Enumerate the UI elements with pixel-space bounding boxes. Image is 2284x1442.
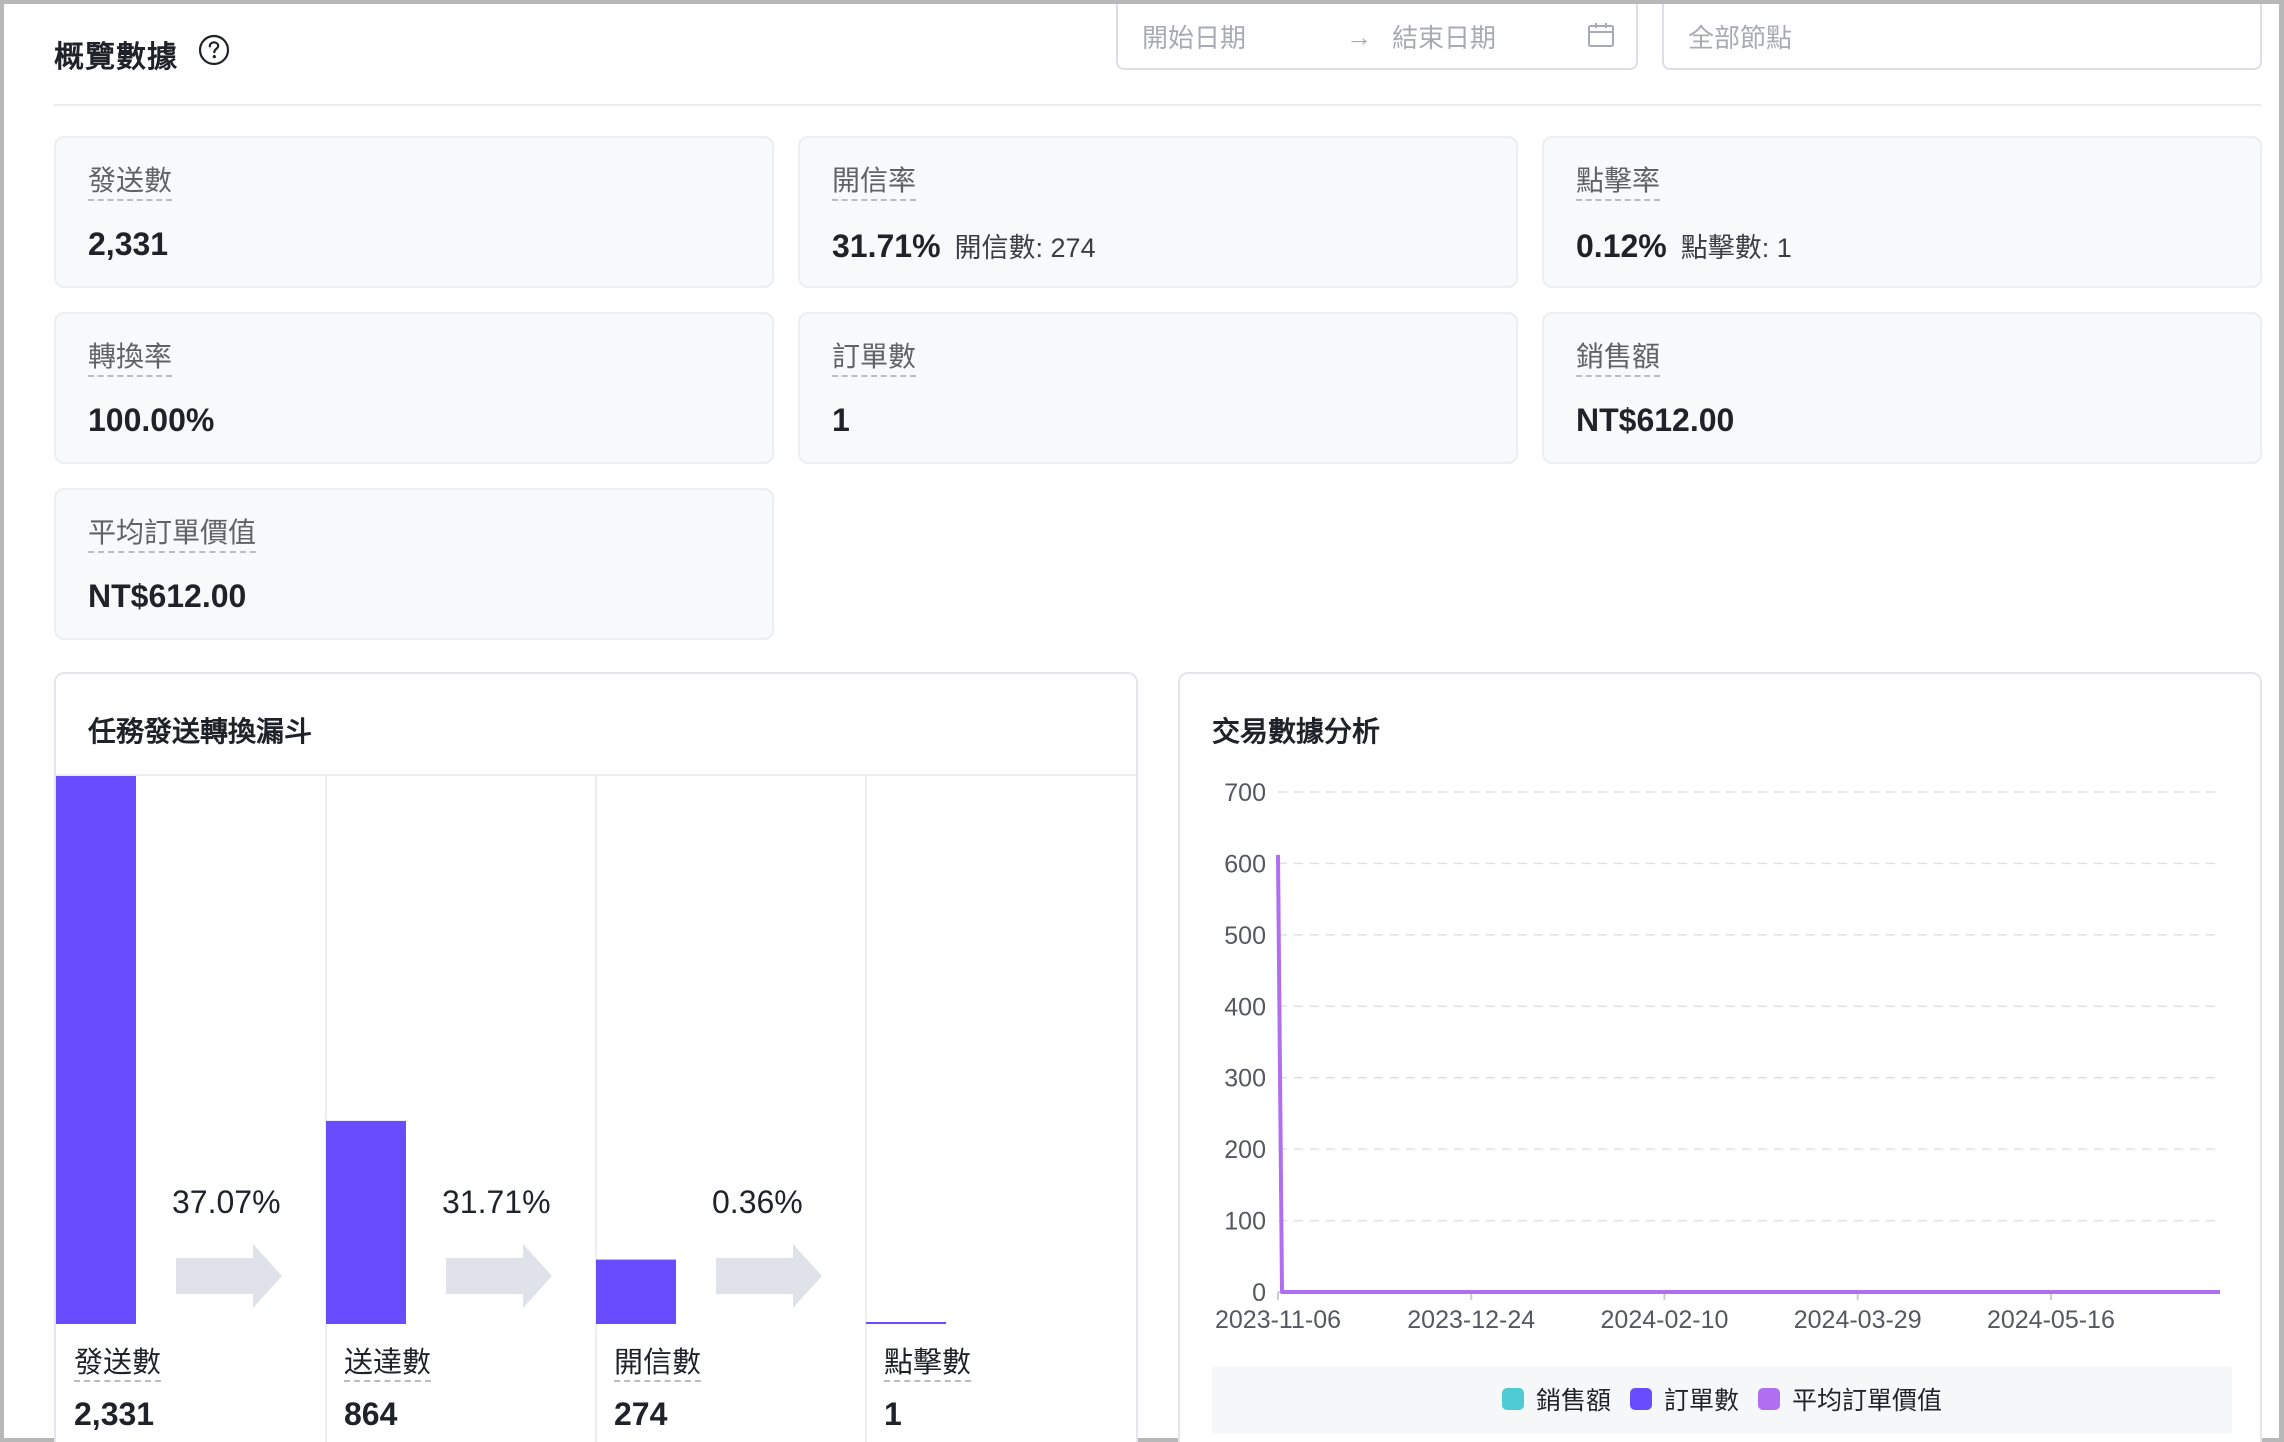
funnel-stage-value: 2,331	[74, 1396, 155, 1432]
conversion-rate-label: 37.07%	[172, 1184, 281, 1220]
y-tick-label: 300	[1224, 1065, 1266, 1093]
stat-value: NT$612.00	[88, 578, 247, 614]
x-tick-label: 2024-05-16	[1987, 1306, 2115, 1334]
header-divider	[54, 104, 2261, 106]
funnel-stage-value: 864	[344, 1396, 398, 1432]
page-title: 概覽數據	[54, 41, 178, 74]
funnel-stage-label[interactable]: 開信數	[614, 1346, 702, 1382]
y-tick-label: 500	[1224, 922, 1266, 950]
stat-card-click-rate: 點擊率 0.12% 點擊數: 1	[1542, 136, 2262, 288]
stat-card-orders: 訂單數 1	[798, 312, 1518, 464]
stat-label[interactable]: 點擊率	[1576, 164, 1661, 201]
conversion-arrow	[176, 1244, 282, 1308]
legend-swatch	[1502, 1388, 1524, 1410]
funnel-bar	[596, 1259, 676, 1324]
funnel-stage-label[interactable]: 送達數	[344, 1346, 432, 1382]
stat-value: 100.00%	[88, 402, 215, 438]
funnel-graphic	[56, 776, 946, 1442]
conversion-arrow	[446, 1244, 552, 1308]
legend-swatch	[1630, 1388, 1652, 1410]
funnel-panel: 任務發送轉換漏斗 發送數 2,331 送達數 864 開信數 274 點擊數 1 37.07% 3…	[54, 672, 1138, 1442]
stat-label[interactable]: 開信率	[832, 164, 917, 201]
calendar-icon[interactable]	[1586, 20, 1616, 50]
funnel-bar	[866, 1322, 946, 1324]
funnel-stage-label[interactable]: 發送數	[74, 1346, 162, 1382]
start-date-input[interactable]: 開始日期	[1142, 18, 1246, 55]
chart-legend: 銷售額 訂單數 平均訂單價值	[1212, 1366, 2232, 1434]
x-tick-label: 2023-11-06	[1215, 1306, 1341, 1334]
stat-value: 2,331	[88, 226, 169, 262]
stat-label[interactable]: 轉換率	[88, 340, 173, 377]
transaction-line-chart: 0 100 200 300 400 500 600 700 2023-11-06 2023-12-…	[1215, 779, 2220, 1334]
funnel-stage-value: 1	[884, 1396, 902, 1432]
stat-card-sent: 發送數 2,331	[54, 136, 774, 288]
y-tick-label: 600	[1224, 850, 1266, 878]
y-tick-label: 200	[1224, 1136, 1266, 1164]
legend-item-sales[interactable]: 銷售額	[1502, 1382, 1611, 1416]
legend-label: 訂單數	[1664, 1387, 1740, 1415]
conversion-arrow	[716, 1244, 822, 1308]
transaction-panel: 交易數據分析 0 100 200 300 400 500 600 700 2023-11-06 2…	[1178, 672, 2262, 1442]
stat-label[interactable]: 平均訂單價值	[88, 516, 257, 553]
conversion-rate-label: 31.71%	[442, 1184, 551, 1220]
stat-value: 1	[832, 402, 850, 438]
stat-value: 0.12% 點擊數: 1	[1576, 228, 1792, 264]
range-separator: →	[1346, 22, 1372, 52]
node-select-placeholder: 全部節點	[1688, 23, 1793, 53]
y-tick-label: 100	[1224, 1208, 1266, 1236]
y-tick-label: 700	[1224, 779, 1266, 807]
legend-item-orders[interactable]: 訂單數	[1630, 1382, 1739, 1416]
legend-label: 銷售額	[1536, 1387, 1612, 1415]
x-tick-label: 2024-03-29	[1794, 1306, 1922, 1334]
stat-value: 31.71% 開信數: 274	[832, 228, 1096, 264]
node-select[interactable]: 全部節點	[1662, 4, 2262, 70]
stat-sub-value: 點擊數: 1	[1680, 233, 1792, 263]
legend-label: 平均訂單價值	[1792, 1387, 1943, 1415]
conversion-rate-label: 0.36%	[712, 1184, 803, 1220]
date-range-picker[interactable]: 開始日期 → 結束日期	[1116, 4, 1638, 70]
series-line	[1276, 854, 2220, 1294]
stat-label[interactable]: 發送數	[88, 164, 173, 201]
end-date-input[interactable]: 結束日期	[1392, 18, 1496, 55]
legend-swatch	[1758, 1388, 1780, 1410]
stat-card-sales: 銷售額 NT$612.00	[1542, 312, 2262, 464]
stat-label[interactable]: 訂單數	[832, 340, 917, 377]
stat-card-conversion-rate: 轉換率 100.00%	[54, 312, 774, 464]
y-tick-label: 0	[1252, 1279, 1266, 1307]
y-tick-label: 400	[1224, 993, 1266, 1021]
stat-label[interactable]: 銷售額	[1576, 340, 1661, 377]
stat-card-open-rate: 開信率 31.71% 開信數: 274	[798, 136, 1518, 288]
funnel-stage-label[interactable]: 點擊數	[884, 1346, 972, 1382]
funnel-stage-value: 274	[614, 1396, 668, 1432]
legend-item-aov[interactable]: 平均訂單價值	[1758, 1382, 1942, 1416]
stat-value: NT$612.00	[1576, 402, 1735, 438]
x-tick-label: 2023-12-24	[1407, 1306, 1535, 1334]
stat-sub-value: 開信數: 274	[954, 233, 1096, 263]
x-tick-label: 2024-02-10	[1601, 1306, 1729, 1334]
question-circle-icon[interactable]	[198, 34, 230, 66]
stat-card-avg-order-value: 平均訂單價值 NT$612.00	[54, 488, 774, 640]
funnel-title: 任務發送轉換漏斗	[88, 716, 313, 747]
funnel-bar	[56, 776, 136, 1324]
funnel-bar	[326, 1120, 406, 1324]
funnel-chart: 發送數 2,331 送達數 864 開信數 274 點擊數 1 37.07% 31.71% 0.36…	[56, 776, 1136, 1442]
